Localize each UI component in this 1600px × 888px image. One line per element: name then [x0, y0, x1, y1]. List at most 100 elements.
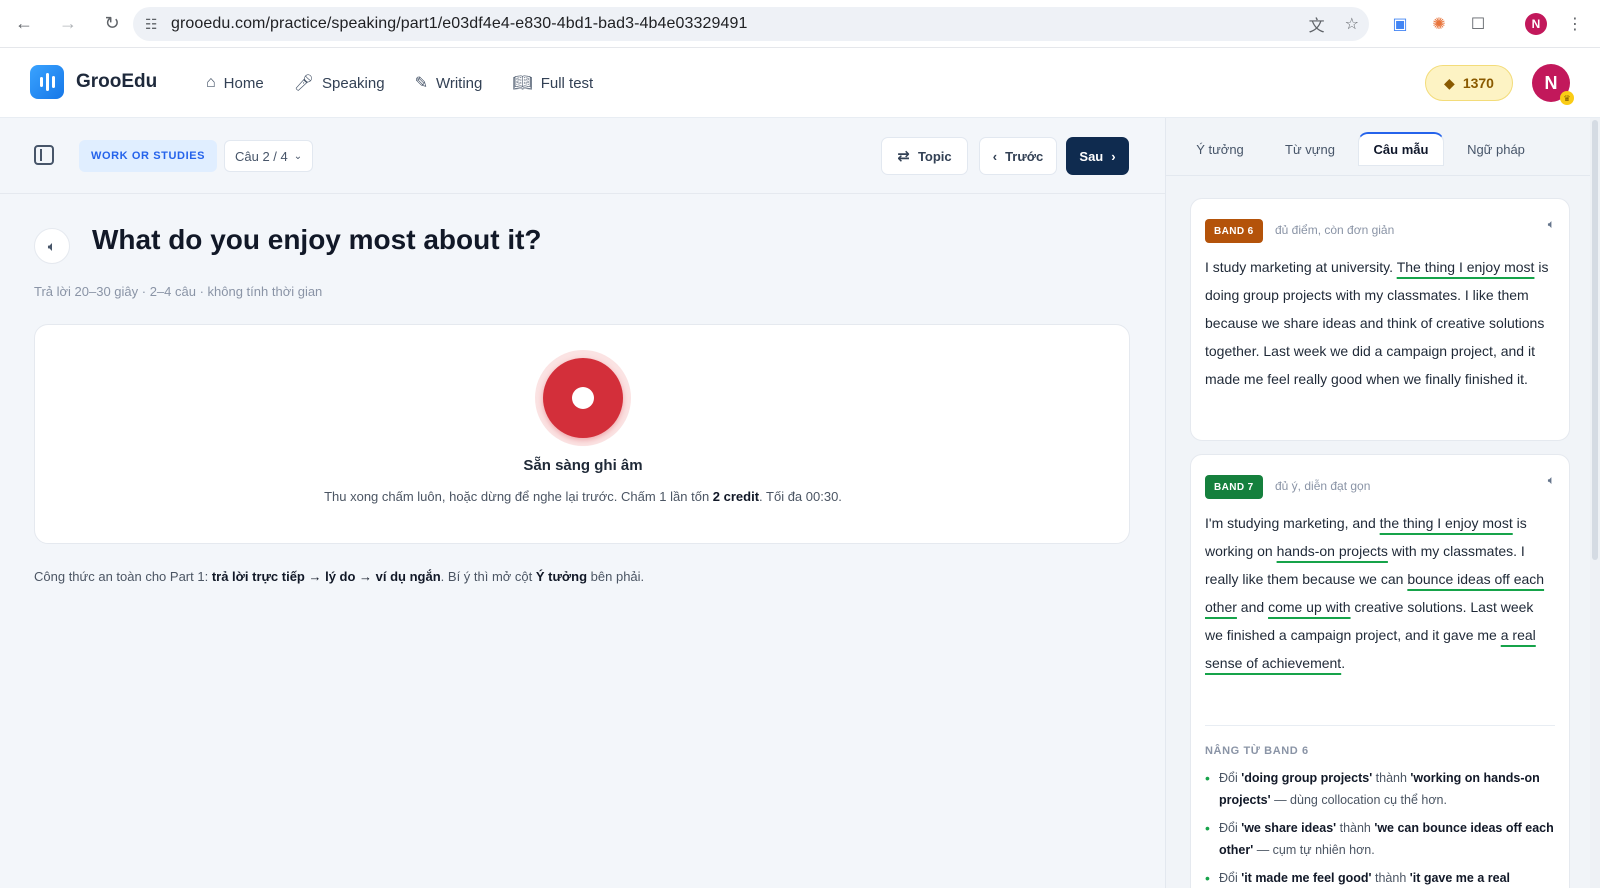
pencil-icon: ✎ [414, 75, 428, 92]
band7-highlight-1: the thing I enjoy most [1379, 515, 1513, 531]
forward-icon[interactable]: → [48, 4, 88, 44]
band7-sample-text: I'm studying marketing, and the thing I … [1205, 509, 1555, 677]
nav-full-test-label: Full test [540, 74, 594, 92]
address-bar[interactable]: ☷ grooedu.com/practice/speaking/part1/e0… [133, 7, 1369, 41]
random-topic-button[interactable]: ⇄ Topic [881, 137, 968, 175]
translate-icon[interactable]: 文 [1309, 12, 1325, 36]
upgrade-2-pre: Đổi [1219, 821, 1242, 835]
sidebar-toggle-icon[interactable] [34, 145, 54, 165]
band7-divider [1205, 725, 1555, 726]
upgrade-item: Đổi 'doing group projects' thành 'workin… [1205, 767, 1561, 811]
upgrade-2-from: 'we share ideas' [1241, 821, 1337, 835]
upgrade-1-from: 'doing group projects' [1241, 771, 1373, 785]
user-initial: N [1544, 72, 1558, 93]
tab-sample-answers[interactable]: Câu mẫu [1358, 132, 1444, 166]
record-button-ring [535, 350, 631, 446]
nav-writing[interactable]: ✎ Writing [415, 73, 483, 93]
nav-writing-label: Writing [435, 74, 483, 92]
brand-name[interactable]: GrooEdu [76, 71, 157, 93]
mic-icon: 🎤︎ [293, 75, 314, 92]
nav-speaking[interactable]: 🎤︎ Speaking [294, 73, 385, 93]
url-text: grooedu.com/practice/speaking/part1/e03d… [171, 15, 748, 32]
formula-ideas-ref: Ý tưởng [535, 569, 588, 584]
extension-translate-icon[interactable]: ▣ [1385, 0, 1415, 48]
scrollbar-thumb[interactable] [1592, 120, 1598, 560]
upgrade-2-mid: thành [1336, 821, 1375, 835]
upgrade-title: NÂNG TỪ BAND 6 [1205, 745, 1309, 757]
band6-sample-text: I study marketing at university. The thi… [1205, 253, 1555, 393]
tab-grammar[interactable]: Ngữ pháp [1448, 132, 1544, 166]
band7-highlight-2: hands-on projects [1276, 543, 1388, 559]
recorder-credit-cost: 2 credit [712, 489, 760, 504]
chevron-left-icon: ‹ [992, 148, 998, 164]
question-audio-button[interactable]: 🔈︎ [34, 228, 70, 264]
formula-text-2: . Bí ý thì mở cột [440, 569, 536, 584]
right-panel-scrollbar[interactable] [1590, 118, 1600, 888]
formula-text-3: bên phải. [587, 569, 645, 584]
upgrade-item: Đổi 'it made me feel good' thành 'it gav… [1205, 867, 1561, 888]
formula-text-1: Công thức an toàn cho Part 1: [34, 569, 212, 584]
recorder-max-duration: . Tối đa 00:30. [759, 489, 842, 504]
nav-speaking-label: Speaking [322, 74, 385, 92]
chevron-down-icon: ⌄ [293, 150, 303, 162]
reload-icon[interactable]: ↻ [92, 4, 132, 44]
band6-highlight-1: The thing I enjoy most [1396, 259, 1535, 275]
user-avatar[interactable]: N ♛ [1532, 64, 1574, 105]
upgrade-item: Đổi 'we share ideas' thành 'we can bounc… [1205, 817, 1561, 861]
question-hint: Trả lời 20–30 giây · 2–4 câu · không tín… [34, 284, 323, 299]
band7-sample-card: BAND 7 đủ ý, diễn đạt gọn 🔈︎ I'm studyin… [1190, 454, 1570, 888]
tab-vocabulary[interactable]: Từ vựng [1266, 132, 1354, 166]
band7-note: đủ ý, diễn đạt gọn [1275, 479, 1371, 493]
bookmark-star-icon[interactable]: ☆ [1345, 14, 1359, 34]
extension-sparkle-icon[interactable]: ✺ [1424, 0, 1454, 48]
question-select[interactable]: Câu 2 / 4 ⌄ [224, 140, 314, 172]
band7-highlight-4: come up with [1268, 599, 1351, 615]
upgrade-3-to: 'it gave me a real [1409, 871, 1511, 885]
back-icon[interactable]: ← [4, 4, 44, 44]
question-select-value: Câu 2 / 4 [235, 148, 288, 164]
home-icon: ⌂ [206, 74, 216, 91]
band6-text-2: is doing group projects with my classmat… [1205, 259, 1549, 387]
upgrade-2-post: — cụm tự nhiên hơn. [1253, 843, 1375, 857]
band6-text-1: I study marketing at university. [1205, 259, 1397, 275]
browser-toolbar: ← → ↻ ☷ grooedu.com/practice/speaking/pa… [0, 0, 1600, 48]
band6-badge: BAND 6 [1205, 219, 1263, 243]
upgrade-1-mid: thành [1372, 771, 1411, 785]
nav-home[interactable]: ⌂ Home [206, 74, 264, 92]
band7-text-1: I'm studying marketing, and [1205, 515, 1380, 531]
main-nav: ⌂ Home 🎤︎ Speaking ✎ Writing 📖︎ Full tes… [206, 48, 593, 118]
nav-full-test[interactable]: 📖︎ Full test [512, 73, 593, 93]
record-button[interactable] [543, 358, 623, 438]
credits-count: 1370 [1462, 75, 1494, 91]
topic-button-label: Topic [917, 148, 952, 164]
speaker-icon: 🔈︎ [47, 237, 57, 254]
site-settings-icon[interactable]: ☷ [145, 16, 171, 33]
formula-steps: trả lời trực tiếp → lý do → ví dụ ngắn [211, 569, 441, 584]
previous-button-label: Trước [1005, 148, 1044, 164]
profile-button[interactable]: N [1521, 0, 1551, 48]
band7-text-4: and [1236, 599, 1269, 615]
recorder-card: Sẵn sàng ghi âm Thu xong chấm luôn, hoặc… [34, 324, 1130, 544]
browser-menu-icon[interactable]: ⋮ [1560, 0, 1590, 48]
shuffle-icon: ⇄ [897, 148, 910, 165]
upgrade-1-post: — dùng collocation cụ thể hơn. [1270, 793, 1447, 807]
logo-icon[interactable] [30, 65, 64, 99]
book-icon: 📖︎ [512, 75, 533, 92]
previous-button[interactable]: ‹ Trước [979, 137, 1057, 175]
crown-icon: ♛ [1560, 91, 1574, 105]
next-button-label: Sau [1079, 148, 1104, 164]
extensions-puzzle-icon[interactable]: ☐ [1463, 0, 1493, 48]
band7-text-6: . [1341, 655, 1346, 671]
credits-badge[interactable]: ◆ 1370 [1425, 65, 1513, 101]
upgrade-3-pre: Đổi [1219, 871, 1242, 885]
band6-play-audio-icon[interactable]: 🔈︎ [1548, 217, 1555, 232]
next-button[interactable]: Sau › [1066, 137, 1129, 175]
band7-badge: BAND 7 [1205, 475, 1263, 499]
recorder-title: Sẵn sàng ghi âm [523, 457, 643, 474]
right-panel-tabs: Ý tưởng Từ vựng Câu mẫu Ngữ pháp [1166, 118, 1600, 176]
nav-home-label: Home [223, 74, 264, 92]
tab-ideas[interactable]: Ý tưởng [1178, 132, 1262, 166]
band7-play-audio-icon[interactable]: 🔈︎ [1548, 473, 1555, 488]
band6-sample-card: BAND 6 đủ điểm, còn đơn giản 🔈︎ I study … [1190, 198, 1570, 441]
sample-answers-panel: Ý tưởng Từ vựng Câu mẫu Ngữ pháp BAND 6 … [1165, 118, 1600, 888]
